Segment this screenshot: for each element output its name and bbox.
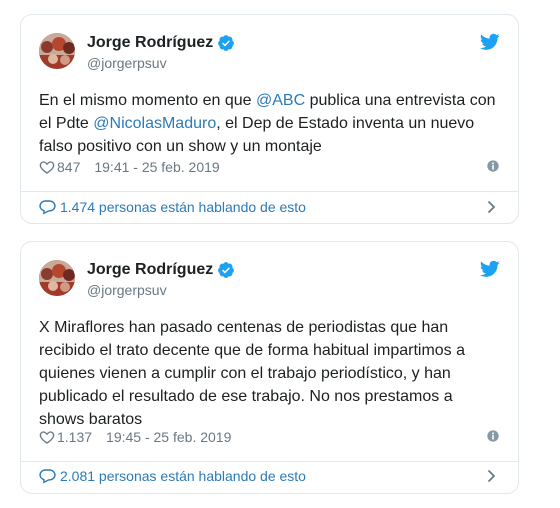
display-name[interactable]: Jorge Rodríguez [87,261,213,279]
tweet-header: Jorge Rodríguez @jorgerpsuv [39,260,500,304]
divider [21,191,518,192]
tweet-meta: 1.137 19:45 - 25 feb. 2019 [39,427,500,447]
text-segment: En el mismo momento en que [39,92,256,109]
talking-count[interactable]: 2.081 personas están hablando de esto [60,468,306,484]
timestamp[interactable]: 19:45 - 25 feb. 2019 [106,429,231,445]
display-name[interactable]: Jorge Rodríguez [87,34,213,52]
conversation-link[interactable]: 1.474 personas están hablando de esto [39,196,500,218]
avatar[interactable] [39,33,75,69]
avatar[interactable] [39,260,75,296]
mention-link-nicolasmaduro[interactable]: @NicolasMaduro [93,115,216,132]
talking-count[interactable]: 1.474 personas están hablando de esto [60,199,306,215]
divider [21,461,518,462]
tweet-header: Jorge Rodríguez @jorgerpsuv [39,33,500,77]
name-row: Jorge Rodríguez [87,34,235,52]
tweet-card[interactable]: Jorge Rodríguez @jorgerpsuv X Miraflores… [20,241,519,494]
info-icon[interactable] [486,159,500,173]
chevron-right-icon[interactable] [487,469,496,483]
info-icon[interactable] [486,429,500,443]
heart-icon[interactable] [39,429,55,445]
speech-bubble-icon [39,469,56,484]
timestamp[interactable]: 19:41 - 25 feb. 2019 [94,159,219,175]
speech-bubble-icon [39,200,56,215]
verified-badge-icon [218,35,235,51]
tweet-text: X Miraflores han pasado centenas de peri… [39,319,466,428]
mention-link-abc[interactable]: @ABC [256,92,305,109]
tweet-text: En el mismo momento en que @ABC publica … [39,89,500,158]
tweet-card[interactable]: Jorge Rodríguez @jorgerpsuv En el mismo … [20,14,519,224]
tweet-meta: 847 19:41 - 25 feb. 2019 [39,157,500,177]
like-count[interactable]: 1.137 [57,429,92,445]
conversation-link[interactable]: 2.081 personas están hablando de esto [39,465,500,487]
verified-badge-icon [218,262,235,278]
like-count[interactable]: 847 [57,159,80,175]
chevron-right-icon[interactable] [487,200,496,214]
name-row: Jorge Rodríguez [87,261,235,279]
twitter-bird-icon[interactable] [480,260,500,278]
heart-icon[interactable] [39,159,55,175]
handle[interactable]: @jorgerpsuv [87,282,167,298]
twitter-bird-icon[interactable] [480,33,500,51]
handle[interactable]: @jorgerpsuv [87,55,167,71]
